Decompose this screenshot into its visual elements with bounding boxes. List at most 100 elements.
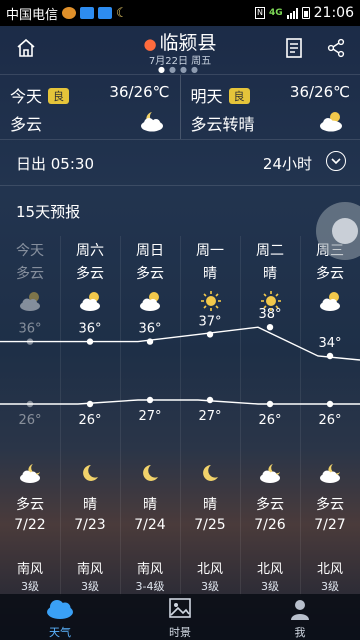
news-icon[interactable]	[282, 36, 306, 60]
forecast-wind: 北风	[316, 562, 343, 577]
tab-me[interactable]: 我	[240, 594, 360, 640]
chevron-down-icon[interactable]	[326, 151, 346, 171]
partly-cloudy-night-icon	[319, 462, 343, 488]
forecast-day-condition: 多云	[136, 266, 164, 282]
notification-app-icon	[62, 7, 77, 19]
moon-icon	[79, 462, 101, 488]
forecast-day-condition: 晴	[263, 266, 277, 282]
clock: 21:06	[313, 5, 354, 21]
forecast-night-condition: 多云	[16, 497, 44, 513]
today-label: 今天	[10, 87, 43, 106]
today-aqi-badge: 良	[48, 88, 70, 104]
forecast-weekday: 周六	[76, 243, 104, 259]
today-card[interactable]: 今天良 36/26℃ 多云	[0, 75, 180, 139]
column-divider	[240, 236, 241, 596]
forecast-night-condition: 晴	[143, 497, 157, 513]
forecast-date: 7/25	[194, 517, 226, 533]
moon-icon	[199, 462, 221, 488]
today-temp: 36/26℃	[109, 83, 170, 101]
hourly-label[interactable]: 24小时	[263, 153, 312, 174]
forecast-wind: 北风	[256, 562, 283, 577]
forecast-wind-level: 3-4级	[135, 580, 165, 593]
tab-label: 时景	[169, 626, 191, 639]
sunrise-time: 日出 05:30	[16, 155, 94, 173]
partly-cloudy-icon	[318, 109, 346, 137]
sun-icon	[198, 290, 224, 316]
forecast-day-column[interactable]: 周六多云晴 7/23 南风 3级	[60, 236, 120, 596]
notification-app-icon	[80, 7, 95, 19]
forecast-day-condition: 多云	[76, 266, 104, 282]
battery-icon	[301, 7, 310, 19]
moon-icon	[139, 462, 161, 488]
moon-status-icon: ☾	[116, 5, 128, 21]
today-tomorrow-summary: 今天良 36/26℃ 多云 明天良 36/26℃ 多云转晴	[0, 74, 360, 140]
partly-cloudy-icon	[138, 290, 164, 316]
nfc-icon: N	[255, 7, 265, 19]
forecast-date: 7/27	[314, 517, 346, 533]
partly-cloudy-night-icon	[259, 462, 283, 488]
sun-icon	[258, 290, 284, 316]
forecast-night-condition: 多云	[316, 497, 344, 513]
forecast-night-condition: 晴	[83, 497, 97, 513]
forecast-day-column[interactable]: 周一晴晴 7/25 北风 3级	[180, 236, 240, 596]
app-header: ● 临颍县 7月22日 周五 ●●●●	[0, 26, 360, 74]
column-divider	[120, 236, 121, 596]
forecast-date: 7/22	[14, 517, 46, 533]
forecast-wind-level: 3级	[261, 580, 279, 593]
forecast-wind: 南风	[136, 562, 163, 577]
forecast-wind: 南风	[76, 562, 103, 577]
forecast-date: 7/23	[74, 517, 106, 533]
tab-label: 天气	[49, 626, 71, 639]
carrier-label: 中国电信	[6, 7, 59, 23]
forecast-wind: 南风	[16, 562, 43, 577]
partly-cloudy-icon	[18, 290, 44, 316]
forecast-day-column[interactable]: 周三多云多云7/27北风3级	[300, 236, 360, 596]
notification-app-icon	[98, 7, 113, 19]
forecast-weekday: 周一	[196, 243, 224, 259]
forecast-date: 7/26	[254, 517, 286, 533]
forecast-panel[interactable]: 36° 36° 36° 37° 38° 34° 26° 26° 27° 27° 26° 26° 今天多…	[0, 236, 360, 596]
forecast-weekday: 周二	[256, 243, 284, 259]
person-icon	[288, 597, 312, 625]
location-pin-icon: ●	[143, 35, 157, 53]
forecast-wind-level: 3级	[321, 580, 339, 593]
forecast-day-condition: 晴	[203, 266, 217, 282]
forecast-day-column[interactable]: 今天 多云 多云 7/22 南风 3级	[0, 236, 60, 596]
forecast-date: 7/24	[134, 517, 166, 533]
forecast-wind-level: 3级	[201, 580, 219, 593]
forecast-wind: 北风	[196, 562, 223, 577]
column-divider	[60, 236, 61, 596]
tomorrow-aqi-badge: 良	[228, 88, 250, 104]
tab-weather[interactable]: 天气	[0, 594, 120, 640]
tomorrow-label: 明天	[190, 87, 223, 106]
sunrise-row: 日出 05:30 24小时	[0, 140, 360, 186]
forecast-day-column[interactable]: 周日多云晴 7/24 南风 3-4级	[120, 236, 180, 596]
tab-label: 我	[294, 626, 306, 639]
column-divider	[180, 236, 181, 596]
forecast-night-condition: 晴	[203, 497, 217, 513]
forecast-wind-level: 3级	[21, 580, 39, 593]
forecast-day-condition: 多云	[16, 266, 44, 282]
picture-icon	[168, 597, 192, 623]
forecast-day-condition: 多云	[316, 266, 344, 282]
network-type: 4G	[268, 8, 283, 18]
forecast-weekday: 周日	[136, 243, 164, 259]
cloud-icon	[45, 597, 75, 623]
bottom-tab-bar: 天气 时景 我	[0, 594, 360, 640]
partly-cloudy-night-icon	[138, 109, 166, 137]
forecast-day-column[interactable]: 周二晴多云 7/26 北风 3级	[240, 236, 300, 596]
forecast-title: 15天预报	[16, 203, 81, 221]
status-bar: 中国电信 ☾ N 4G 21:06	[0, 0, 360, 26]
partly-cloudy-icon	[318, 290, 344, 316]
tomorrow-temp: 36/26℃	[289, 83, 350, 101]
city-title[interactable]: ● 临颍县	[0, 28, 360, 55]
share-icon[interactable]	[324, 36, 348, 60]
column-divider	[300, 236, 301, 596]
signal-icon	[286, 7, 298, 19]
tomorrow-card[interactable]: 明天良 36/26℃ 多云转晴	[179, 75, 360, 139]
partly-cloudy-night-icon	[19, 462, 43, 488]
tab-scenery[interactable]: 时景	[120, 594, 240, 640]
forecast-wind-level: 3级	[81, 580, 99, 593]
today-condition: 多云	[10, 115, 43, 134]
forecast-weekday: 今天	[16, 243, 44, 259]
